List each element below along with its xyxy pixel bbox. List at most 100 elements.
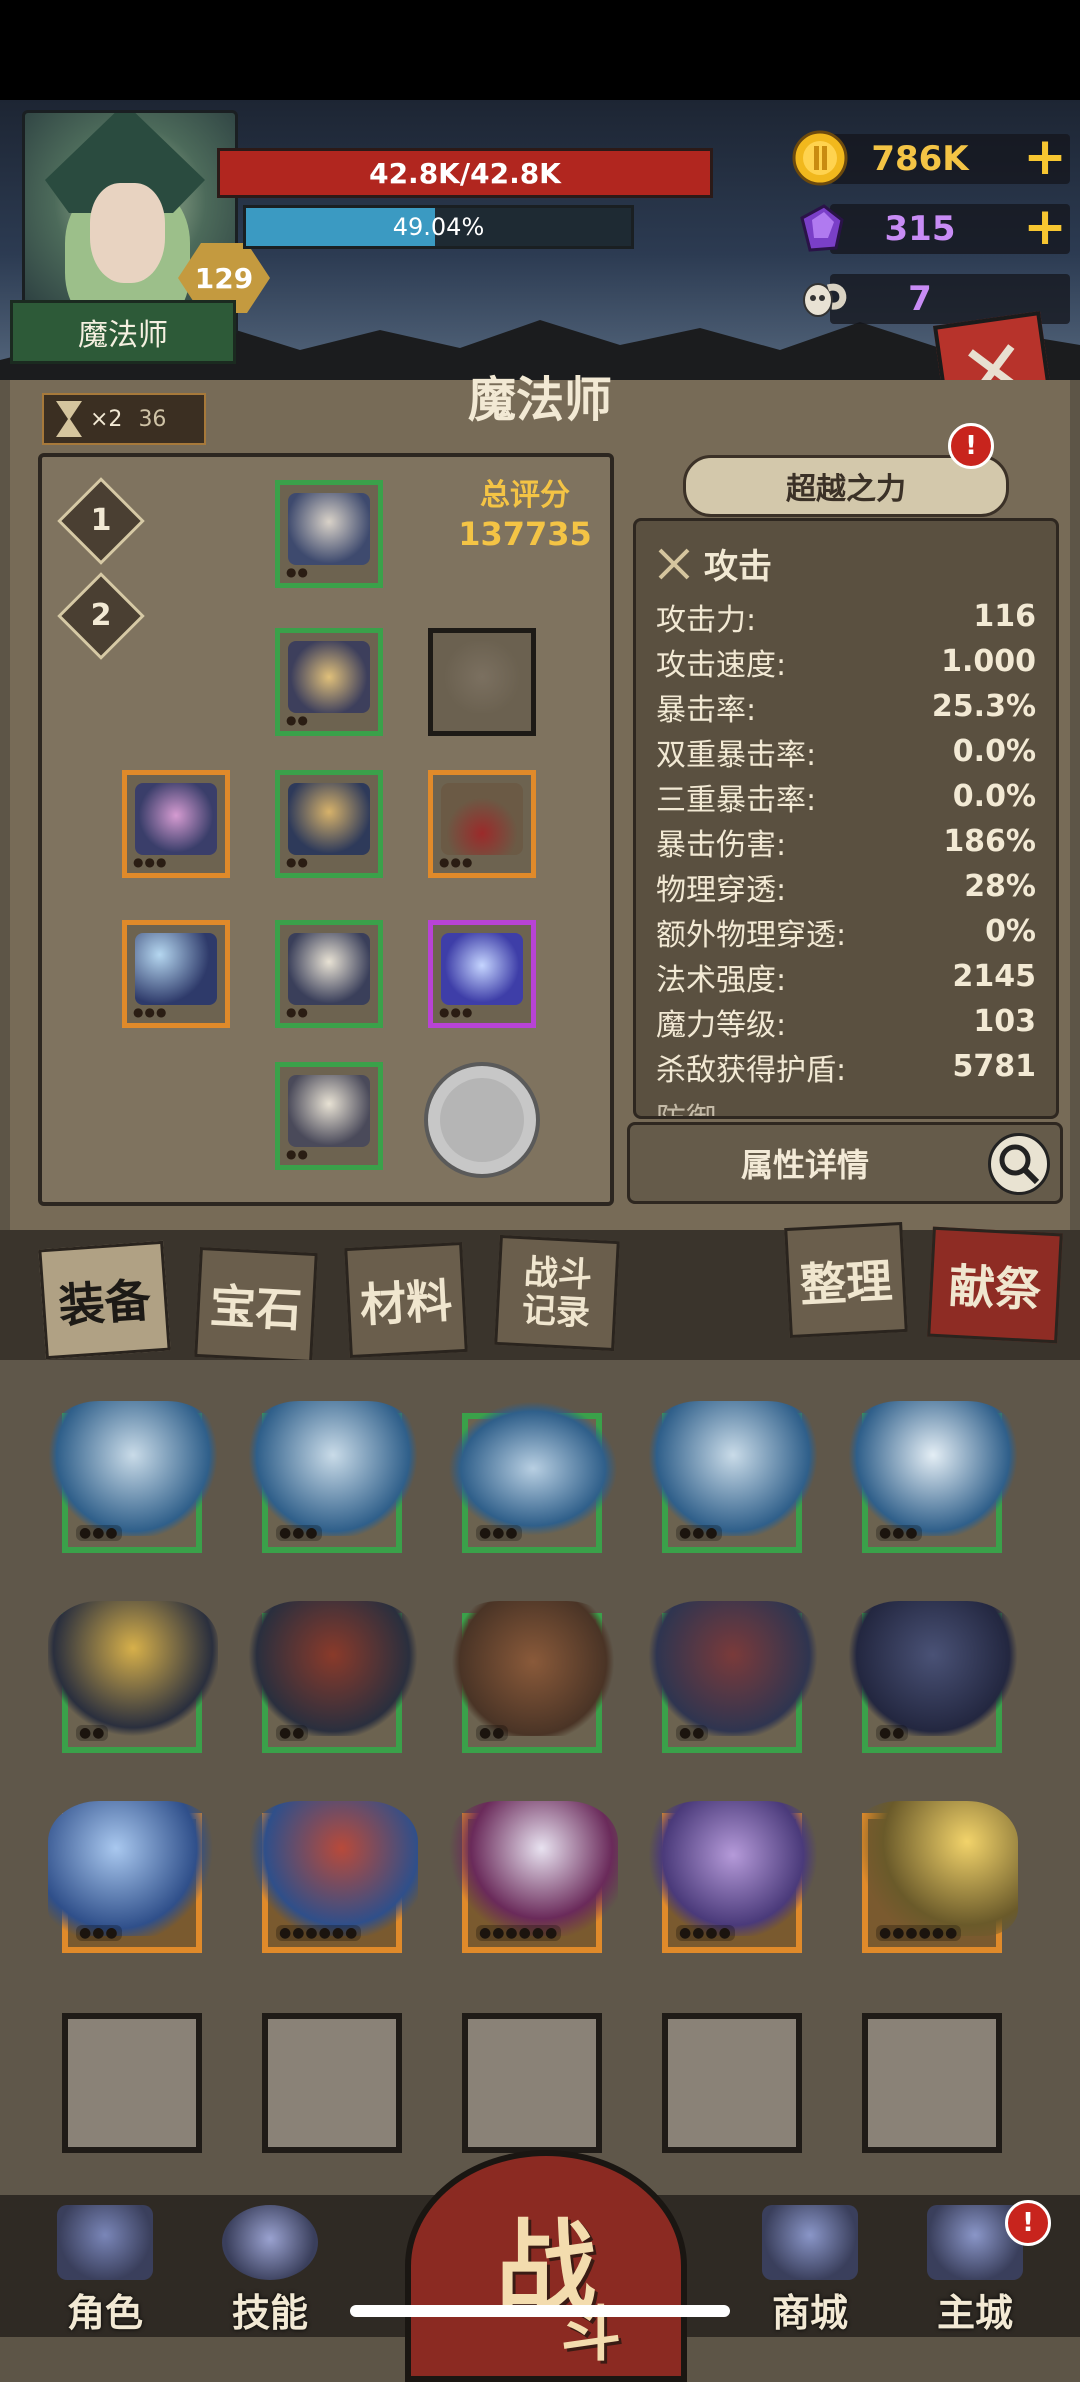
stat-value: 25.3%	[931, 689, 1036, 724]
nav-shop-label: 商城	[771, 2291, 848, 2335]
inventory-item[interactable]: ●●●	[648, 1401, 818, 1553]
nav-shop-button[interactable]: 商城	[735, 2205, 885, 2337]
stat-row: 杀敌获得护盾: 5781	[656, 1044, 1036, 1089]
crossed-swords-icon	[658, 548, 690, 579]
equip-slot-legs[interactable]: ●●	[275, 920, 383, 1028]
stat-label: 攻击力:	[656, 602, 757, 638]
total-score-value: 137735	[458, 515, 592, 553]
stat-value: 1.000	[941, 644, 1036, 679]
loadout-2-label: 2	[90, 598, 112, 633]
tab-gems[interactable]: 宝石	[194, 1246, 318, 1364]
tab-gems-label: 宝石	[208, 1278, 304, 1338]
inventory-item[interactable]: ●●●	[48, 1401, 218, 1553]
nav-skills-button[interactable]: 技能	[195, 2205, 345, 2337]
nav-character-button[interactable]: 角色	[30, 2205, 180, 2337]
inventory-item[interactable]: ●●●●●●	[848, 1801, 1018, 1953]
battle-button[interactable]: 战 斗	[405, 2150, 687, 2382]
equip-slot-shoulders[interactable]: ●●	[275, 628, 383, 736]
inventory-item[interactable]: ●●●	[848, 1401, 1018, 1553]
tab-materials[interactable]: 材料	[344, 1241, 468, 1359]
inventory-empty-slot[interactable]	[262, 2013, 402, 2153]
skull-value: 7	[908, 279, 932, 319]
tab-materials-label: 材料	[358, 1273, 454, 1333]
inventory-item[interactable]: ●●●	[248, 1401, 418, 1553]
equip-slot-shield[interactable]: ●●●	[122, 770, 230, 878]
equip-slot-boots[interactable]: ●●	[275, 1062, 383, 1170]
inventory-item[interactable]: ●●	[448, 1601, 618, 1753]
inventory-empty-slot[interactable]	[662, 2013, 802, 2153]
stat-value: 0%	[985, 914, 1036, 949]
shop-icon	[762, 2205, 858, 2280]
stat-row: 物理穿透: 28%	[656, 864, 1036, 909]
xp-text: 49.04%	[392, 213, 485, 241]
inventory-item[interactable]: ●●●●●●	[448, 1801, 618, 1953]
equip-slot-weapon[interactable]: ●●●	[122, 920, 230, 1028]
hourglass-icon	[56, 401, 82, 437]
stat-label: 暴击率:	[656, 692, 757, 728]
inventory-empty-slot[interactable]	[62, 2013, 202, 2153]
tab-equipment-label: 装备	[56, 1272, 153, 1334]
skills-icon	[222, 2205, 318, 2280]
battle-label-small: 斗	[561, 2300, 621, 2370]
attribute-details-button[interactable]: 属性详情	[627, 1122, 1063, 1204]
stat-row: 攻击速度: 1.000	[656, 639, 1036, 684]
tab-equipment[interactable]: 装备	[38, 1240, 171, 1360]
hp-bar: 42.8K/42.8K	[217, 148, 713, 198]
tab-battle-log[interactable]: 战斗 记录	[494, 1234, 620, 1352]
defense-section-title: 防御	[656, 1101, 716, 1119]
organize-label: 整理	[798, 1253, 894, 1313]
sacrifice-button[interactable]: 献祭	[927, 1226, 1063, 1344]
equip-slot-empty[interactable]	[428, 628, 536, 736]
stat-row: 额外物理穿透: 0%	[656, 909, 1036, 954]
inventory-item[interactable]: ●●●	[48, 1801, 218, 1953]
stat-value: 0.0%	[952, 779, 1036, 814]
gold-coin-icon	[792, 130, 848, 186]
speed-indicator[interactable]: ×2 36	[42, 393, 206, 445]
inventory-item[interactable]: ●●●●●●	[248, 1801, 418, 1953]
attribute-details-label: 属性详情	[740, 1146, 869, 1184]
stat-label: 双重暴击率:	[656, 737, 817, 773]
stat-label: 暴击伤害:	[656, 827, 787, 863]
hero-class-name: 魔法师	[78, 318, 168, 353]
stat-label: 三重暴击率:	[656, 782, 817, 818]
inventory-item[interactable]: ●●	[248, 1601, 418, 1753]
gold-counter: 786K +	[790, 128, 1075, 190]
inventory-empty-slot[interactable]	[462, 2013, 602, 2153]
tab-battle-log-line2: 记录	[521, 1290, 592, 1334]
panel-title: 魔法师	[467, 372, 612, 428]
equip-slot-helmet[interactable]: ●●	[275, 480, 383, 588]
magnifier-icon	[988, 1133, 1050, 1195]
city-alert-badge: !	[1005, 2200, 1051, 2246]
equip-slot-relic[interactable]: ●●●	[428, 920, 536, 1028]
stat-row: 攻击力: 116	[656, 594, 1036, 639]
character-icon	[57, 2205, 153, 2280]
stats-panel[interactable]: 攻击 攻击力: 116 攻击速度: 1.000 暴击率: 25.3% 双重暴击率: 0.…	[633, 518, 1059, 1119]
inventory-item[interactable]: ●●	[648, 1601, 818, 1753]
sacrifice-label: 献祭	[947, 1258, 1043, 1318]
stat-value: 186%	[943, 824, 1036, 859]
stat-value: 0.0%	[952, 734, 1036, 769]
nav-city-label: 主城	[936, 2291, 1013, 2335]
stat-row: 三重暴击率: 0.0%	[656, 774, 1036, 819]
defense-section-partial: 防御	[656, 1093, 1036, 1119]
inventory-item[interactable]: ●●●	[448, 1401, 618, 1553]
equip-slot-chest[interactable]: ●●	[275, 770, 383, 878]
equip-slot-necklace[interactable]: ●●●	[428, 770, 536, 878]
stat-row: 法术强度: 2145	[656, 954, 1036, 999]
inventory-item[interactable]: ●●	[48, 1601, 218, 1753]
inventory-empty-slot[interactable]	[862, 2013, 1002, 2153]
nav-character-label: 角色	[66, 2291, 143, 2335]
gold-value: 786K	[871, 139, 969, 179]
add-gold-button[interactable]: +	[1020, 131, 1070, 184]
add-gems-button[interactable]: +	[1020, 201, 1070, 254]
inventory-item[interactable]: ●●●●	[648, 1801, 818, 1953]
status-bar	[0, 0, 1080, 100]
locked-seal-slot[interactable]	[420, 1058, 544, 1182]
speed-multiplier: ×2	[90, 406, 123, 432]
organize-button[interactable]: 整理	[784, 1221, 908, 1339]
stat-label: 额外物理穿透:	[656, 917, 847, 953]
inventory-item[interactable]: ●●	[848, 1601, 1018, 1753]
stat-label: 法术强度:	[656, 962, 787, 998]
level-value: 129	[194, 261, 254, 295]
tab-battle-log-line1: 战斗	[522, 1252, 593, 1296]
